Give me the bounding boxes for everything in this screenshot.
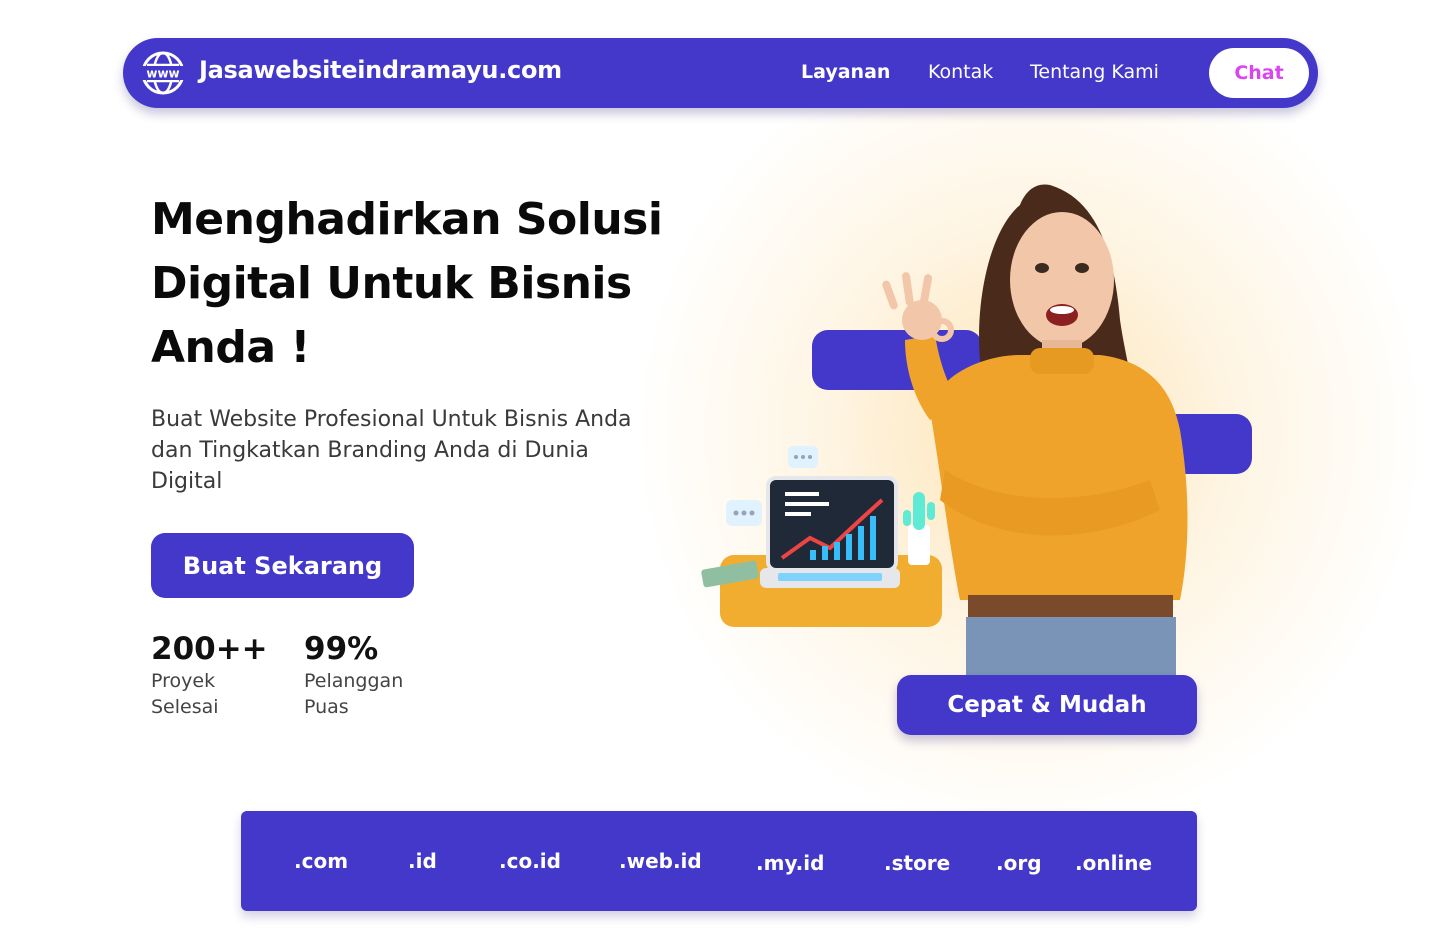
domain-web-id[interactable]: .web.id — [619, 849, 702, 873]
woman-sweater — [930, 355, 1188, 600]
nav-link-layanan[interactable]: Layanan — [801, 61, 890, 83]
domain-org[interactable]: .org — [996, 851, 1042, 875]
cepat-mudah-badge: Cepat & Mudah — [897, 675, 1197, 735]
stat-projects-value: 200++ — [151, 631, 268, 667]
domain-id[interactable]: .id — [408, 849, 437, 873]
stat-projects-label: Proyek Selesai — [151, 670, 219, 718]
stat-satisfaction-label: Pelanggan Puas — [304, 670, 404, 718]
hero-illustration — [701, 184, 1188, 677]
domain-strip: .com .id .co.id .web.id .my.id .store .o… — [241, 811, 1197, 911]
domain-store[interactable]: .store — [884, 851, 950, 875]
nav-link-kontak[interactable]: Kontak — [928, 61, 993, 83]
stat-satisfaction: 99% Pelanggan Puas — [304, 630, 424, 720]
navbar: www Jasawebsiteindramayu.com Layanan Kon… — [123, 38, 1318, 108]
cactus-icon — [908, 525, 930, 565]
domain-my-id[interactable]: .my.id — [756, 851, 824, 875]
buat-sekarang-button[interactable]: Buat Sekarang — [151, 533, 414, 598]
domain-co-id[interactable]: .co.id — [499, 849, 561, 873]
hero-subtitle: Buat Website Profesional Untuk Bisnis An… — [151, 407, 632, 494]
woman-face — [1010, 212, 1114, 348]
brand-icon-text: www — [146, 67, 179, 81]
domain-online[interactable]: .online — [1075, 851, 1152, 875]
globe-icon[interactable]: www — [141, 51, 185, 95]
stat-projects: 200++ Proyek Selesai — [151, 630, 271, 720]
domain-com[interactable]: .com — [294, 849, 348, 873]
woman-jeans — [966, 617, 1176, 677]
stat-satisfaction-value: 99% — [304, 631, 379, 667]
brand-name[interactable]: Jasawebsiteindramayu.com — [199, 56, 562, 84]
nav-link-tentang-kami[interactable]: Tentang Kami — [1030, 61, 1159, 83]
chat-button[interactable]: Chat — [1209, 48, 1309, 98]
hero-title: Menghadirkan Solusi Digital Untuk Bisnis… — [151, 194, 663, 373]
